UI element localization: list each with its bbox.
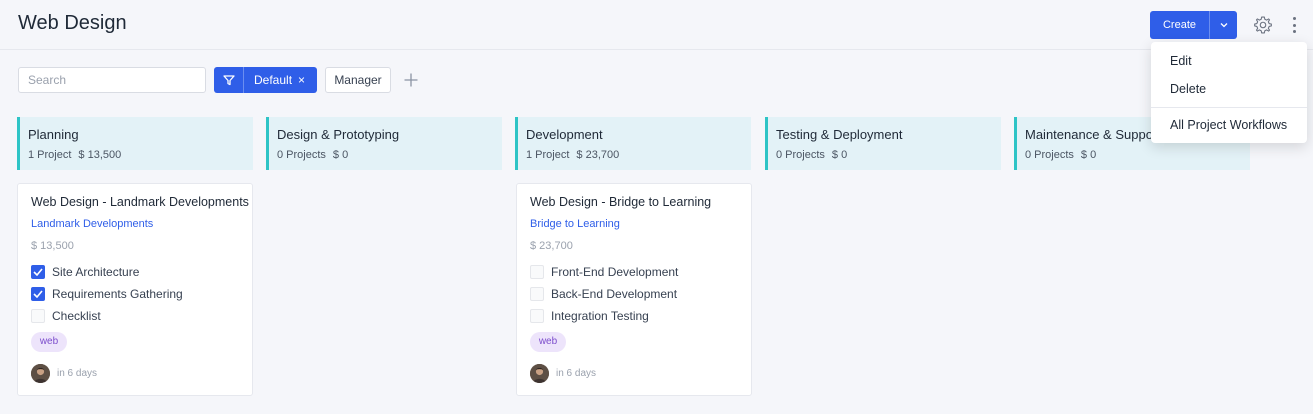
task-label: Front-End Development [551, 265, 679, 279]
task-label: Requirements Gathering [52, 287, 183, 301]
column-amount: $ 0 [831, 149, 848, 161]
kebab-dot [1292, 30, 1296, 33]
column-amount: $ 0 [1080, 149, 1097, 161]
column-summary: 1 Project $ 13,500 [28, 149, 121, 161]
checkbox-checked-icon[interactable] [31, 287, 45, 301]
filter-chip-default[interactable]: Default × [214, 67, 317, 93]
page-header: Web Design Create [0, 0, 1313, 50]
manager-filter-button[interactable]: Manager [325, 67, 391, 93]
task-item: Front-End Development [530, 264, 678, 280]
avatar[interactable] [530, 364, 549, 383]
filter-icon[interactable] [214, 67, 244, 93]
kebab-dot [1292, 17, 1296, 20]
page-title: Web Design [18, 12, 127, 34]
card-amount: $ 13,500 [31, 240, 74, 252]
card-title[interactable]: Web Design - Bridge to Learning [530, 195, 711, 209]
column-name: Planning [28, 127, 79, 142]
avatar[interactable] [31, 364, 50, 383]
search-input[interactable] [18, 67, 206, 93]
card-company-link[interactable]: Bridge to Learning [530, 218, 620, 230]
column-amount: $ 23,700 [576, 149, 620, 161]
column-header-testing-deployment: Testing & Deployment 0 Projects $ 0 [765, 117, 1001, 170]
menu-item-all-project-workflows[interactable]: All Project Workflows [1170, 118, 1287, 132]
menu-divider [1151, 107, 1307, 108]
checkbox-unchecked-icon[interactable] [530, 309, 544, 323]
column-name: Design & Prototyping [277, 127, 400, 142]
column-project-count: 1 Project [526, 149, 570, 161]
card-company-link[interactable]: Landmark Developments [31, 218, 153, 230]
tag-badge[interactable]: web [31, 332, 67, 352]
task-label: Site Architecture [52, 265, 140, 279]
card-amount: $ 23,700 [530, 240, 573, 252]
column-project-count: 0 Projects [277, 149, 326, 161]
column-summary: 0 Projects $ 0 [776, 149, 847, 161]
create-dropdown-toggle[interactable] [1210, 11, 1237, 39]
column-amount: $ 0 [332, 149, 349, 161]
menu-item-edit[interactable]: Edit [1170, 54, 1192, 68]
card-title[interactable]: Web Design - Landmark Developments [31, 195, 249, 209]
column-name: Development [526, 127, 603, 142]
column-project-count: 1 Project [28, 149, 72, 161]
task-item: Requirements Gathering [31, 286, 183, 302]
kebab-dot [1292, 23, 1296, 27]
column-project-count: 0 Projects [776, 149, 825, 161]
task-label: Back-End Development [551, 287, 678, 301]
column-summary: 1 Project $ 23,700 [526, 149, 619, 161]
more-options-menu: Edit Delete All Project Workflows [1151, 42, 1307, 143]
due-date: in 6 days [57, 368, 98, 379]
column-header-design-prototyping: Design & Prototyping 0 Projects $ 0 [266, 117, 502, 170]
task-label: Checklist [52, 309, 101, 323]
checkbox-unchecked-icon[interactable] [530, 287, 544, 301]
column-summary: 0 Projects $ 0 [1025, 149, 1096, 161]
checkbox-unchecked-icon[interactable] [530, 265, 544, 279]
column-name: Maintenance & Support [1025, 127, 1161, 142]
column-header-development: Development 1 Project $ 23,700 [515, 117, 751, 170]
plus-icon[interactable] [403, 72, 419, 88]
column-header-planning: Planning 1 Project $ 13,500 [17, 117, 253, 170]
task-item: Integration Testing [530, 308, 649, 324]
project-card[interactable]: Web Design - Landmark Developments Landm… [17, 183, 253, 396]
column-name: Testing & Deployment [776, 127, 903, 142]
task-label: Integration Testing [551, 309, 649, 323]
task-item: Back-End Development [530, 286, 677, 302]
filter-label: Default [254, 73, 293, 87]
filter-remove-icon[interactable]: × [298, 73, 305, 87]
task-item: Checklist [31, 308, 101, 324]
due-date: in 6 days [556, 368, 597, 379]
checkbox-checked-icon[interactable] [31, 265, 45, 279]
checkbox-unchecked-icon[interactable] [31, 309, 45, 323]
menu-item-delete[interactable]: Delete [1170, 82, 1206, 96]
create-button[interactable]: Create [1150, 11, 1210, 39]
chevron-down-icon [1220, 23, 1227, 28]
gear-icon[interactable] [1253, 15, 1273, 35]
column-amount: $ 13,500 [78, 149, 122, 161]
column-project-count: 0 Projects [1025, 149, 1074, 161]
create-button-group: Create [1150, 11, 1237, 39]
tag-badge[interactable]: web [530, 332, 566, 352]
more-options-kebab-icon[interactable] [1291, 17, 1297, 33]
task-item: Site Architecture [31, 264, 139, 280]
column-summary: 0 Projects $ 0 [277, 149, 348, 161]
project-card[interactable]: Web Design - Bridge to Learning Bridge t… [516, 183, 752, 396]
